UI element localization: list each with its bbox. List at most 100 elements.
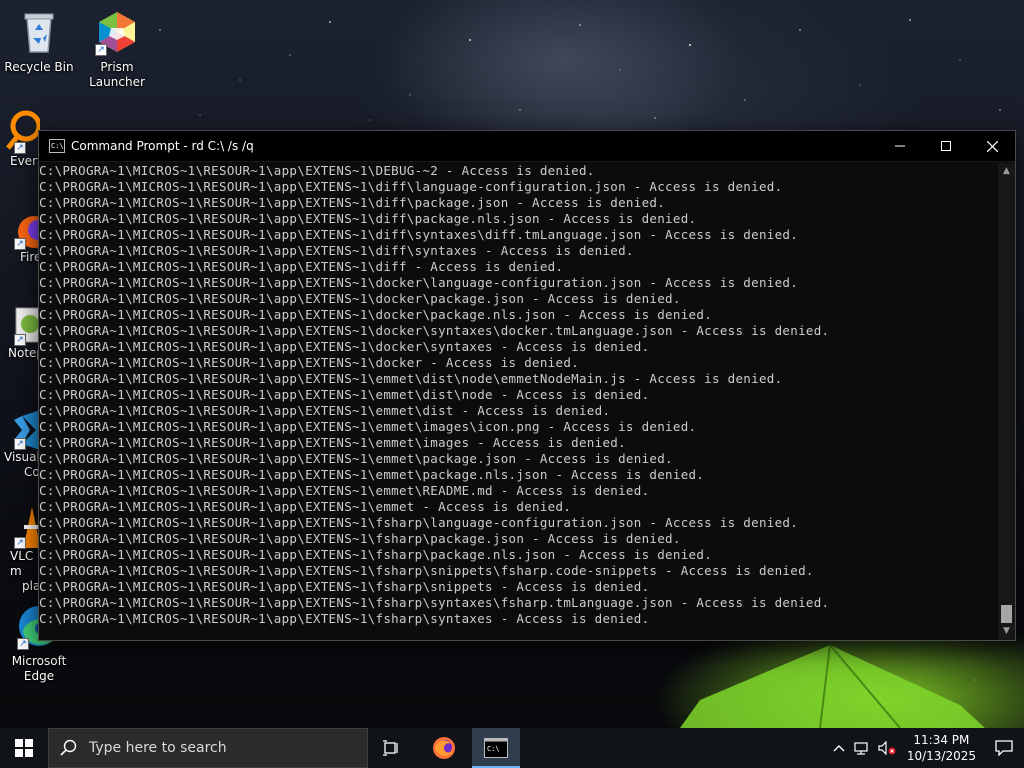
desktop-icon-label: Visual bbox=[4, 450, 40, 464]
everything-search-icon: ↗ bbox=[0, 108, 40, 154]
desktop-icon-firefox[interactable]: ↗ Fire bbox=[0, 210, 40, 265]
console-line: C:\PROGRA~1\MICROS~1\RESOUR~1\app\EXTENS… bbox=[39, 611, 650, 626]
system-tray: 11:34 PM 10/13/2025 bbox=[827, 728, 1024, 768]
action-center-button[interactable] bbox=[984, 728, 1024, 768]
desktop-icon-label: Fire bbox=[20, 250, 40, 264]
taskbar-search-box[interactable]: Type here to search bbox=[48, 728, 368, 768]
taskbar-clock[interactable]: 11:34 PM 10/13/2025 bbox=[899, 732, 984, 764]
start-button[interactable] bbox=[0, 728, 48, 768]
console-line: C:\PROGRA~1\MICROS~1\RESOUR~1\app\EXTENS… bbox=[39, 307, 713, 322]
console-line: C:\PROGRA~1\MICROS~1\RESOUR~1\app\EXTENS… bbox=[39, 371, 783, 386]
recycle-bin-icon bbox=[15, 8, 63, 56]
console-line: C:\PROGRA~1\MICROS~1\RESOUR~1\app\EXTENS… bbox=[39, 547, 713, 562]
shortcut-arrow-icon: ↗ bbox=[17, 638, 29, 650]
console-line: C:\PROGRA~1\MICROS~1\RESOUR~1\app\EXTENS… bbox=[39, 259, 564, 274]
console-line: C:\PROGRA~1\MICROS~1\RESOUR~1\app\EXTENS… bbox=[39, 435, 626, 450]
shortcut-arrow-icon: ↗ bbox=[14, 334, 26, 346]
firefox-icon bbox=[433, 737, 455, 759]
cmd-terminal-icon: C:\ bbox=[484, 738, 508, 758]
task-view-icon bbox=[383, 740, 398, 756]
console-line: C:\PROGRA~1\MICROS~1\RESOUR~1\app\EXTENS… bbox=[39, 211, 697, 226]
shortcut-arrow-icon: ↗ bbox=[14, 238, 26, 250]
desktop-icon-label: Microsoft Edge bbox=[11, 654, 67, 683]
desktop-icon-vlc[interactable]: ↗ VLC m pla bbox=[0, 505, 40, 594]
console-line: C:\PROGRA~1\MICROS~1\RESOUR~1\app\EXTENS… bbox=[39, 595, 830, 610]
shortcut-arrow-icon: ↗ bbox=[95, 44, 107, 56]
console-line: C:\PROGRA~1\MICROS~1\RESOUR~1\app\EXTENS… bbox=[39, 179, 783, 194]
desktop-icon-vscode[interactable]: ↗ Visual Co bbox=[0, 410, 40, 480]
maximize-button[interactable] bbox=[923, 131, 969, 162]
console-line: C:\PROGRA~1\MICROS~1\RESOUR~1\app\EXTENS… bbox=[39, 419, 697, 434]
minimize-icon bbox=[895, 145, 905, 147]
console-line: C:\PROGRA~1\MICROS~1\RESOUR~1\app\EXTENS… bbox=[39, 339, 650, 354]
desktop-icon-notepadpp[interactable]: ↗ Notep bbox=[0, 306, 40, 361]
vscode-icon: ↗ bbox=[0, 410, 40, 450]
search-placeholder: Type here to search bbox=[89, 740, 227, 756]
scrollbar-thumb[interactable] bbox=[1001, 605, 1012, 623]
vertical-scrollbar[interactable]: ▲ ▼ bbox=[998, 163, 1015, 640]
volume-muted-icon bbox=[878, 741, 896, 755]
console-line: C:\PROGRA~1\MICROS~1\RESOUR~1\app\EXTENS… bbox=[39, 579, 650, 594]
console-line: C:\PROGRA~1\MICROS~1\RESOUR~1\app\EXTENS… bbox=[39, 275, 799, 290]
console-line: C:\PROGRA~1\MICROS~1\RESOUR~1\app\EXTENS… bbox=[39, 323, 830, 338]
console-line: C:\PROGRA~1\MICROS~1\RESOUR~1\app\EXTENS… bbox=[39, 163, 595, 178]
scroll-up-icon[interactable]: ▲ bbox=[998, 163, 1015, 180]
search-icon bbox=[49, 739, 89, 757]
vlc-cone-icon: ↗ bbox=[0, 505, 40, 549]
window-titlebar[interactable]: C:\ Command Prompt - rd C:\ /s /q bbox=[39, 131, 1015, 162]
chevron-up-icon bbox=[833, 745, 845, 752]
desktop-icon-everything[interactable]: ↗ Every bbox=[0, 108, 40, 169]
desktop-icon-label: Prism Launcher bbox=[89, 60, 145, 89]
scroll-down-icon[interactable]: ▼ bbox=[998, 623, 1015, 640]
taskbar-command-prompt[interactable]: C:\ bbox=[472, 728, 520, 768]
desktop-icon-prism-launcher[interactable]: ↗ Prism Launcher bbox=[80, 8, 154, 90]
notification-icon bbox=[995, 740, 1013, 756]
desktop-icon-recycle-bin[interactable]: Recycle Bin bbox=[2, 8, 76, 75]
desktop-icon-label: Recycle Bin bbox=[4, 60, 74, 74]
console-output[interactable]: C:\PROGRA~1\MICROS~1\RESOUR~1\app\EXTENS… bbox=[39, 163, 998, 640]
maximize-icon bbox=[941, 141, 951, 151]
desktop-icon-label-line2: Co bbox=[24, 465, 40, 479]
console-line: C:\PROGRA~1\MICROS~1\RESOUR~1\app\EXTENS… bbox=[39, 451, 673, 466]
firefox-icon: ↗ bbox=[0, 210, 40, 250]
console-line: C:\PROGRA~1\MICROS~1\RESOUR~1\app\EXTENS… bbox=[39, 467, 705, 482]
desktop-icon-label: VLC m bbox=[10, 549, 34, 578]
minimize-button[interactable] bbox=[877, 131, 923, 162]
desktop-icon-label: Every bbox=[10, 154, 40, 168]
cmd-app-icon: C:\ bbox=[49, 139, 65, 153]
taskbar: Type here to search C:\ 11:34 PM 10/13/2… bbox=[0, 728, 1024, 768]
console-line: C:\PROGRA~1\MICROS~1\RESOUR~1\app\EXTENS… bbox=[39, 531, 681, 546]
console-line: C:\PROGRA~1\MICROS~1\RESOUR~1\app\EXTENS… bbox=[39, 403, 611, 418]
close-icon bbox=[986, 140, 998, 152]
command-prompt-window[interactable]: C:\ Command Prompt - rd C:\ /s /q C:\PRO… bbox=[38, 130, 1016, 641]
console-line: C:\PROGRA~1\MICROS~1\RESOUR~1\app\EXTENS… bbox=[39, 195, 666, 210]
taskbar-firefox[interactable] bbox=[420, 728, 468, 768]
console-line: C:\PROGRA~1\MICROS~1\RESOUR~1\app\EXTENS… bbox=[39, 563, 814, 578]
console-line: C:\PROGRA~1\MICROS~1\RESOUR~1\app\EXTENS… bbox=[39, 499, 572, 514]
task-view-button[interactable] bbox=[368, 728, 416, 768]
close-button[interactable] bbox=[969, 131, 1015, 162]
clock-time: 11:34 PM bbox=[913, 733, 970, 747]
console-line: C:\PROGRA~1\MICROS~1\RESOUR~1\app\EXTENS… bbox=[39, 227, 799, 242]
show-hidden-icons-button[interactable] bbox=[827, 728, 851, 768]
window-title: Command Prompt - rd C:\ /s /q bbox=[71, 139, 254, 153]
clock-date: 10/13/2025 bbox=[906, 749, 976, 763]
desktop-icon-label: Notep bbox=[8, 346, 40, 360]
console-line: C:\PROGRA~1\MICROS~1\RESOUR~1\app\EXTENS… bbox=[39, 291, 681, 306]
shortcut-arrow-icon: ↗ bbox=[14, 438, 26, 450]
svg-text:C:\: C:\ bbox=[487, 745, 500, 753]
console-line: C:\PROGRA~1\MICROS~1\RESOUR~1\app\EXTENS… bbox=[39, 387, 650, 402]
console-line: C:\PROGRA~1\MICROS~1\RESOUR~1\app\EXTENS… bbox=[39, 483, 650, 498]
console-line: C:\PROGRA~1\MICROS~1\RESOUR~1\app\EXTENS… bbox=[39, 355, 579, 370]
network-icon bbox=[854, 742, 868, 755]
desktop-icon-label-line2: pla bbox=[22, 579, 40, 593]
notepad-plus-plus-icon: ↗ bbox=[0, 306, 40, 346]
shortcut-arrow-icon: ↗ bbox=[14, 142, 26, 154]
shortcut-arrow-icon: ↗ bbox=[14, 537, 26, 549]
volume-button[interactable] bbox=[875, 728, 899, 768]
console-line: C:\PROGRA~1\MICROS~1\RESOUR~1\app\EXTENS… bbox=[39, 515, 799, 530]
network-button[interactable] bbox=[851, 728, 875, 768]
windows-logo-icon bbox=[15, 739, 33, 757]
prism-launcher-icon: ↗ bbox=[93, 8, 141, 56]
console-line: C:\PROGRA~1\MICROS~1\RESOUR~1\app\EXTENS… bbox=[39, 243, 634, 258]
